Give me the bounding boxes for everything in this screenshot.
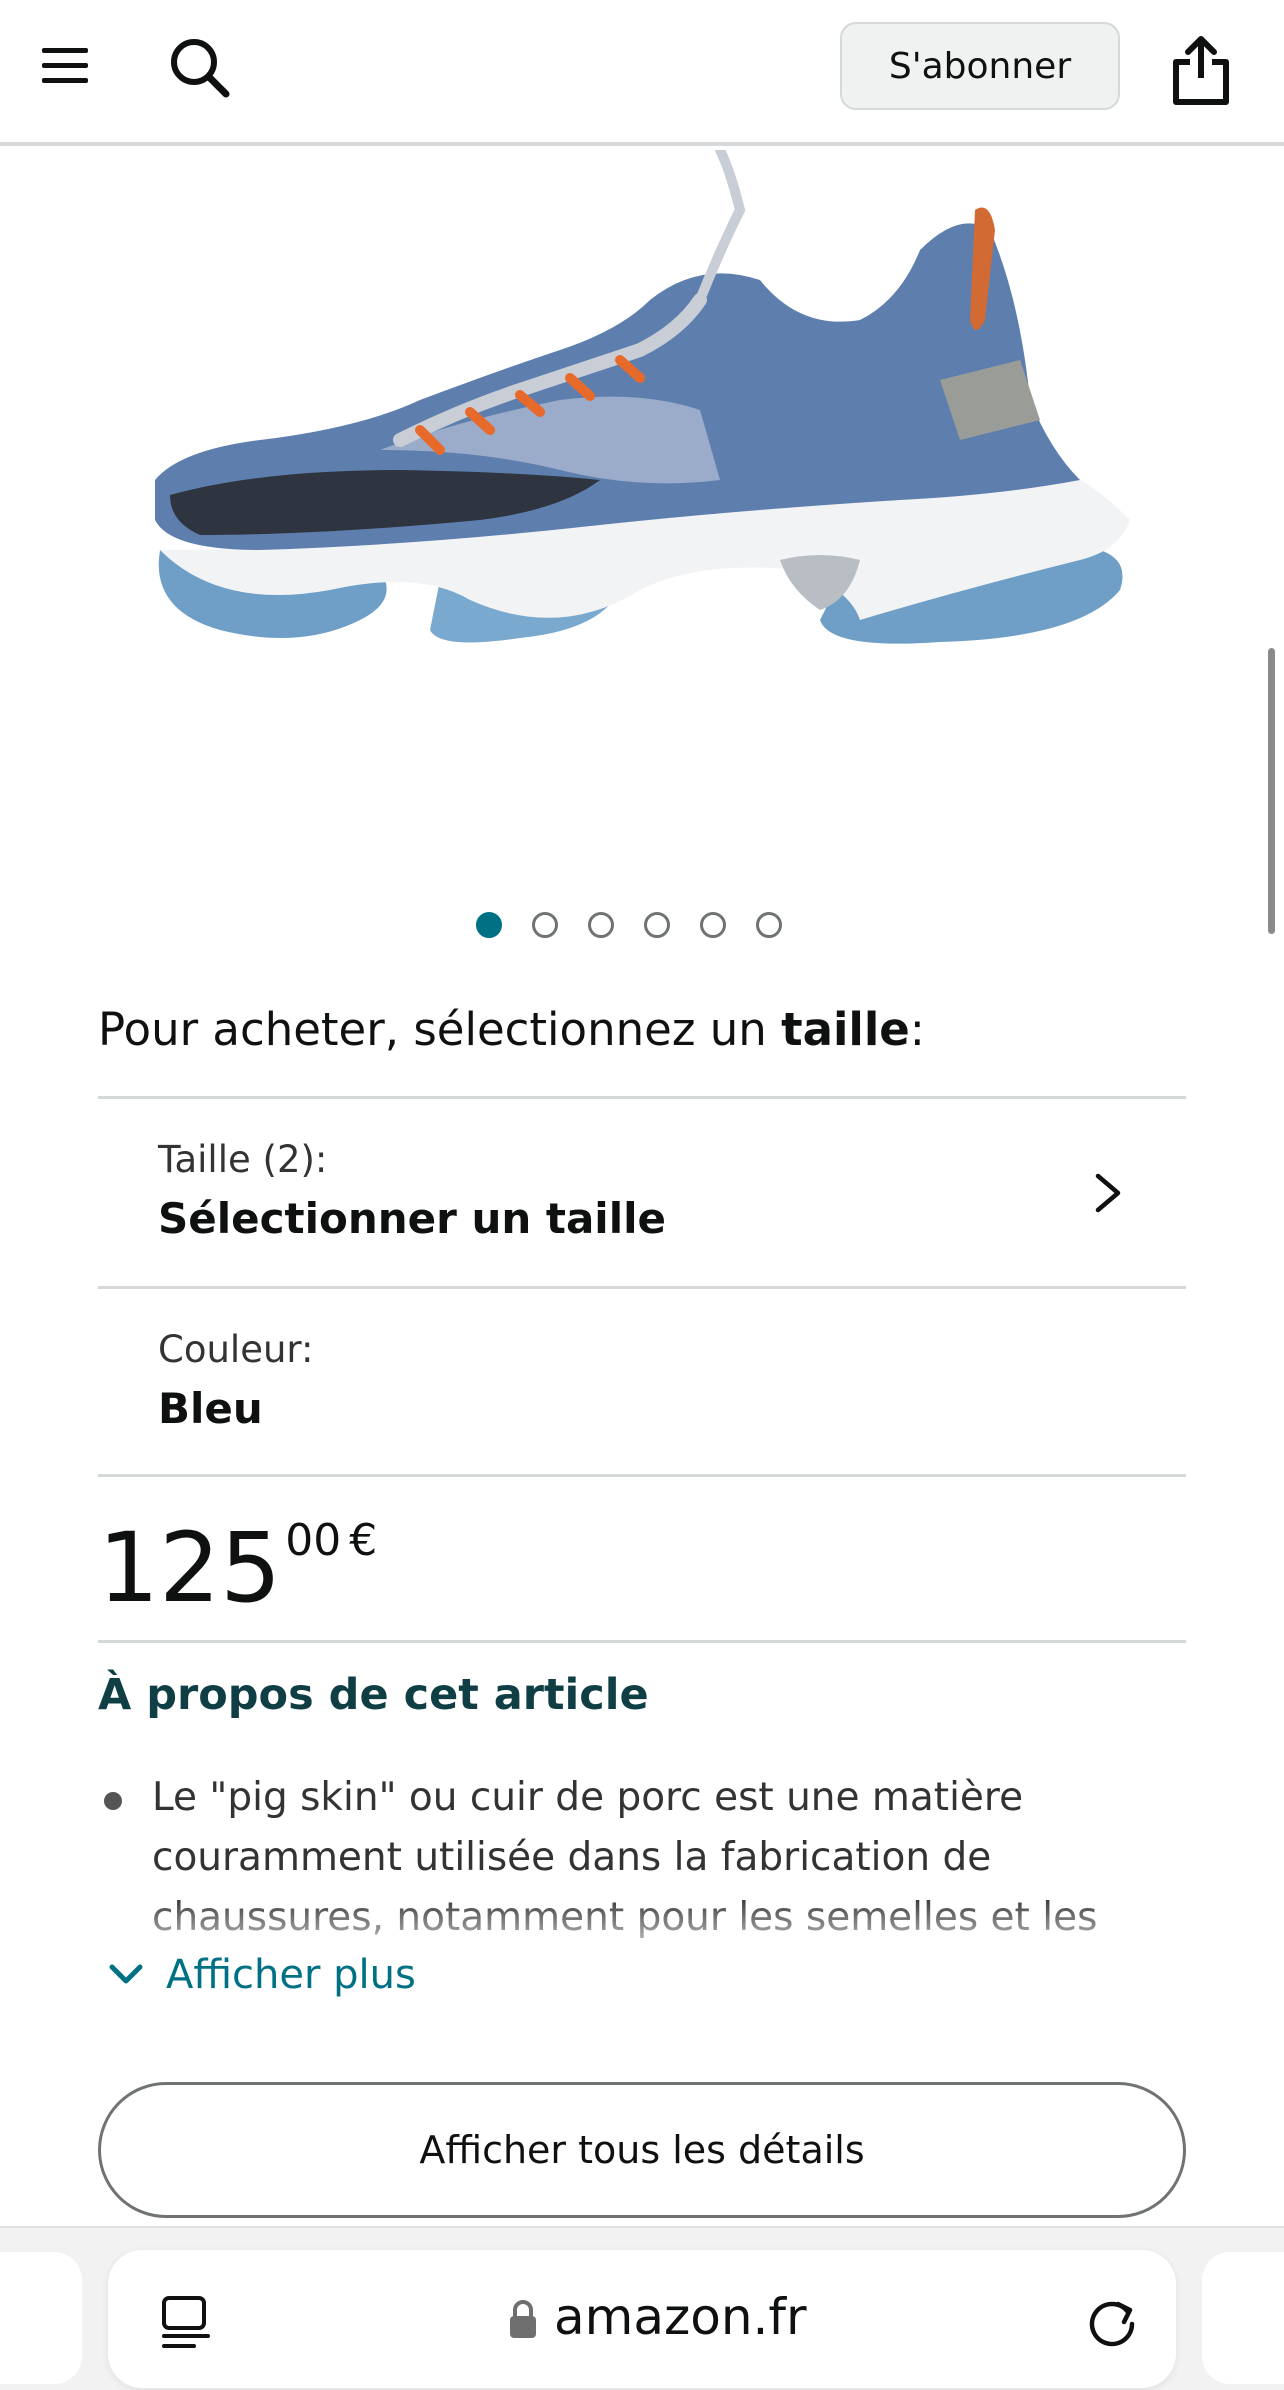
divider bbox=[98, 1286, 1186, 1289]
address-bar[interactable]: amazon.fr bbox=[108, 2250, 1176, 2388]
subscribe-button[interactable]: S'abonner bbox=[840, 22, 1120, 110]
product-image[interactable] bbox=[0, 145, 1284, 870]
price-whole: 125 bbox=[98, 1512, 282, 1624]
bullet-icon bbox=[104, 1792, 122, 1810]
carousel-dot[interactable] bbox=[532, 912, 558, 938]
url-text[interactable]: amazon.fr bbox=[554, 2288, 807, 2346]
image-carousel-indicator bbox=[476, 912, 782, 942]
chevron-right-icon[interactable] bbox=[1090, 1170, 1126, 1216]
size-value[interactable]: Sélectionner un taille bbox=[158, 1194, 666, 1243]
carousel-dot[interactable] bbox=[476, 912, 502, 938]
size-selection-prompt: Pour acheter, sélectionnez un taille: bbox=[98, 1003, 925, 1056]
price-currency: € bbox=[349, 1515, 378, 1566]
divider bbox=[98, 1474, 1186, 1477]
share-icon[interactable] bbox=[1170, 34, 1232, 106]
reload-icon[interactable] bbox=[1084, 2294, 1140, 2350]
show-more-link[interactable]: Afficher plus bbox=[106, 1952, 416, 1998]
reader-icon[interactable] bbox=[160, 2294, 212, 2352]
see-all-details-button[interactable]: Afficher tous les détails bbox=[98, 2082, 1186, 2218]
divider bbox=[98, 1640, 1186, 1643]
menu-icon[interactable] bbox=[42, 46, 90, 86]
search-icon[interactable] bbox=[168, 36, 232, 100]
carousel-dot[interactable] bbox=[644, 912, 670, 938]
next-tab[interactable] bbox=[1202, 2252, 1284, 2384]
carousel-dot[interactable] bbox=[700, 912, 726, 938]
scrollbar[interactable] bbox=[1268, 648, 1275, 934]
chevron-down-icon bbox=[109, 1964, 143, 1984]
color-value: Bleu bbox=[158, 1384, 263, 1433]
browser-toolbar: amazon.fr bbox=[0, 2226, 1284, 2390]
price-fraction: 00 bbox=[285, 1515, 342, 1566]
color-label: Couleur: bbox=[158, 1328, 314, 1371]
carousel-dot[interactable] bbox=[756, 912, 782, 938]
show-more-label: Afficher plus bbox=[166, 1952, 416, 1998]
price: 12500 € bbox=[98, 1515, 378, 1618]
carousel-dot[interactable] bbox=[588, 912, 614, 938]
size-label: Taille (2): bbox=[158, 1138, 328, 1181]
about-section-title: À propos de cet article bbox=[98, 1670, 649, 1720]
lock-icon bbox=[508, 2298, 538, 2340]
size-selector[interactable] bbox=[98, 1098, 1186, 1286]
top-navigation-bar: S'abonner bbox=[0, 0, 1284, 146]
previous-tab[interactable] bbox=[0, 2252, 82, 2384]
